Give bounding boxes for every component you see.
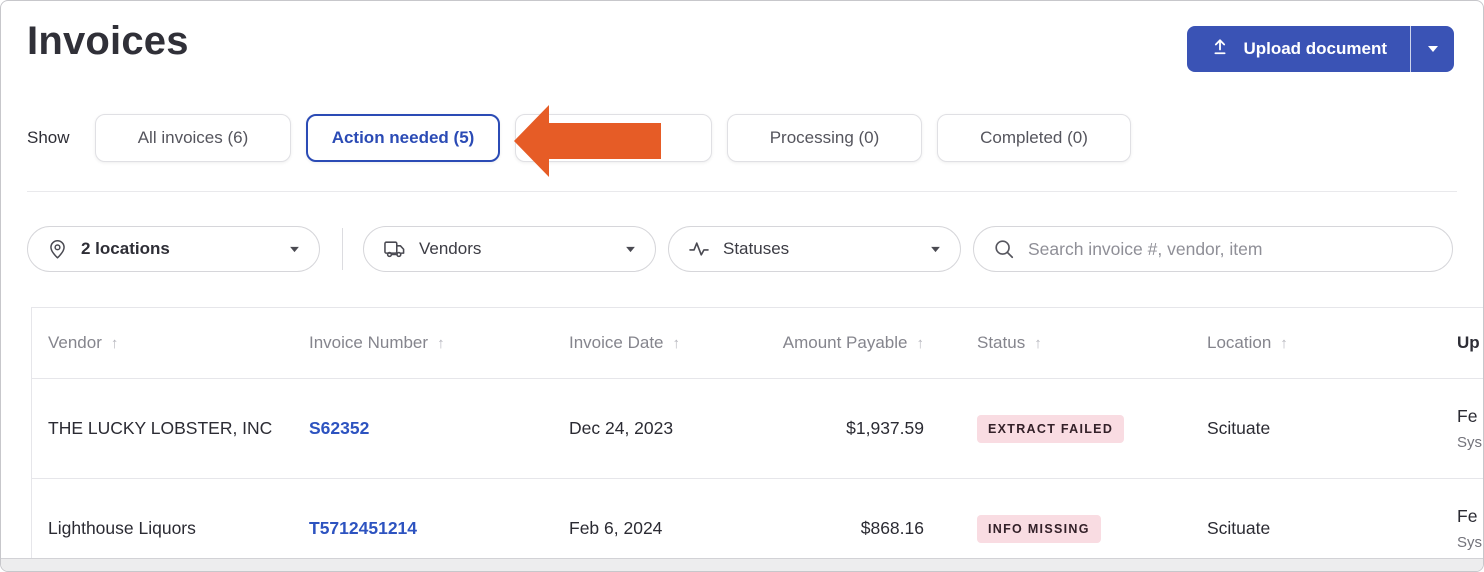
status-badge: EXTRACT FAILED bbox=[977, 415, 1124, 443]
cell-amount: $1,937.59 bbox=[759, 418, 924, 439]
upload-document-button[interactable]: Upload document bbox=[1187, 26, 1410, 72]
table-row[interactable]: THE LUCKY LOBSTER, INC S62352 Dec 24, 20… bbox=[32, 379, 1483, 479]
table-header-row: Vendor ↑ Invoice Number ↑ Invoice Date ↑ Am… bbox=[32, 308, 1483, 379]
sort-asc-icon: ↑ bbox=[1280, 335, 1288, 352]
vendors-dropdown[interactable]: Vendors bbox=[363, 226, 656, 272]
upload-document-label: Upload document bbox=[1243, 39, 1387, 59]
header-invoice-number-label: Invoice Number bbox=[309, 333, 428, 352]
upload-document-split-button: Upload document bbox=[1187, 26, 1454, 72]
upload-dropdown-toggle[interactable] bbox=[1410, 26, 1454, 72]
cell-amount: $868.16 bbox=[759, 518, 924, 539]
cell-uploaded-clipped: Fe Sys bbox=[1457, 506, 1484, 551]
header-vendor-label: Vendor bbox=[48, 333, 102, 352]
cell-invoice-date: Dec 24, 2023 bbox=[569, 418, 759, 439]
tab-processing-label: Processing (0) bbox=[770, 128, 880, 148]
header-uploaded-clipped[interactable]: Up bbox=[1457, 333, 1484, 353]
show-filter-tabs: Show All invoices (6) Action needed (5) … bbox=[27, 114, 1146, 162]
chevron-down-icon bbox=[625, 246, 636, 253]
chevron-down-icon bbox=[1427, 45, 1439, 53]
filter-divider bbox=[342, 228, 343, 270]
uploaded-by-fragment: Sys bbox=[1457, 434, 1484, 451]
invoice-number-link[interactable]: T5712451214 bbox=[309, 518, 417, 538]
statuses-dropdown[interactable]: Statuses bbox=[668, 226, 961, 272]
tab-hidden-label-fragment: ) bbox=[653, 128, 659, 148]
invoice-number-link[interactable]: S62352 bbox=[309, 418, 369, 438]
tab-hidden-behind-arrow[interactable]: ) bbox=[515, 114, 712, 162]
cell-uploaded-clipped: Fe Sys bbox=[1457, 406, 1484, 451]
tab-all-invoices[interactable]: All invoices (6) bbox=[95, 114, 291, 162]
status-badge: INFO MISSING bbox=[977, 515, 1101, 543]
sort-asc-icon: ↑ bbox=[917, 335, 925, 352]
window-bottom-edge bbox=[1, 558, 1483, 571]
tab-all-invoices-label: All invoices (6) bbox=[138, 128, 249, 148]
locations-dropdown-value: 2 locations bbox=[81, 239, 170, 259]
tab-completed-label: Completed (0) bbox=[980, 128, 1088, 148]
sort-asc-icon: ↑ bbox=[1034, 335, 1042, 352]
search-icon bbox=[993, 238, 1015, 260]
sort-asc-icon: ↑ bbox=[437, 335, 445, 352]
cell-location: Scituate bbox=[1207, 418, 1457, 439]
header-status-label: Status bbox=[977, 333, 1025, 352]
activity-pulse-icon bbox=[688, 240, 710, 258]
header-location[interactable]: Location ↑ bbox=[1207, 333, 1457, 353]
header-uploaded-label: Up bbox=[1457, 333, 1480, 352]
tabs-divider bbox=[27, 191, 1457, 192]
header-amount-payable[interactable]: Amount Payable ↑ bbox=[759, 333, 924, 353]
chevron-down-icon bbox=[930, 246, 941, 253]
statuses-dropdown-value: Statuses bbox=[723, 239, 789, 259]
vendors-dropdown-value: Vendors bbox=[419, 239, 481, 259]
invoices-page: Invoices Upload document Show All invoic… bbox=[0, 0, 1484, 572]
show-label: Show bbox=[27, 128, 95, 148]
header-invoice-date[interactable]: Invoice Date ↑ bbox=[569, 333, 759, 353]
locations-dropdown[interactable]: 2 locations bbox=[27, 226, 320, 272]
truck-icon bbox=[383, 239, 406, 259]
header-vendor[interactable]: Vendor ↑ bbox=[48, 333, 309, 353]
tab-completed[interactable]: Completed (0) bbox=[937, 114, 1131, 162]
uploaded-by-fragment: Sys bbox=[1457, 534, 1484, 551]
cell-invoice-date: Feb 6, 2024 bbox=[569, 518, 759, 539]
sort-asc-icon: ↑ bbox=[111, 335, 119, 352]
tab-action-needed[interactable]: Action needed (5) bbox=[306, 114, 500, 162]
search-input[interactable] bbox=[1028, 239, 1433, 260]
header-status[interactable]: Status ↑ bbox=[977, 333, 1207, 353]
filter-bar: 2 locations Vendors bbox=[1, 226, 1483, 272]
uploaded-date-fragment: Fe bbox=[1457, 506, 1484, 527]
location-pin-icon bbox=[47, 239, 68, 260]
page-title: Invoices bbox=[27, 19, 189, 64]
tab-processing[interactable]: Processing (0) bbox=[727, 114, 922, 162]
tab-action-needed-label: Action needed (5) bbox=[332, 128, 475, 148]
header-amount-payable-label: Amount Payable bbox=[783, 333, 908, 352]
search-box[interactable] bbox=[973, 226, 1453, 272]
cell-location: Scituate bbox=[1207, 518, 1457, 539]
cell-vendor: THE LUCKY LOBSTER, INC bbox=[48, 418, 309, 439]
sort-asc-icon: ↑ bbox=[673, 335, 681, 352]
chevron-down-icon bbox=[289, 246, 300, 253]
cell-vendor: Lighthouse Liquors bbox=[48, 518, 309, 539]
header-invoice-number[interactable]: Invoice Number ↑ bbox=[309, 333, 569, 353]
uploaded-date-fragment: Fe bbox=[1457, 406, 1484, 427]
header-invoice-date-label: Invoice Date bbox=[569, 333, 664, 352]
header-location-label: Location bbox=[1207, 333, 1271, 352]
invoices-table: Vendor ↑ Invoice Number ↑ Invoice Date ↑ Am… bbox=[31, 307, 1483, 558]
upload-icon bbox=[1210, 37, 1230, 62]
